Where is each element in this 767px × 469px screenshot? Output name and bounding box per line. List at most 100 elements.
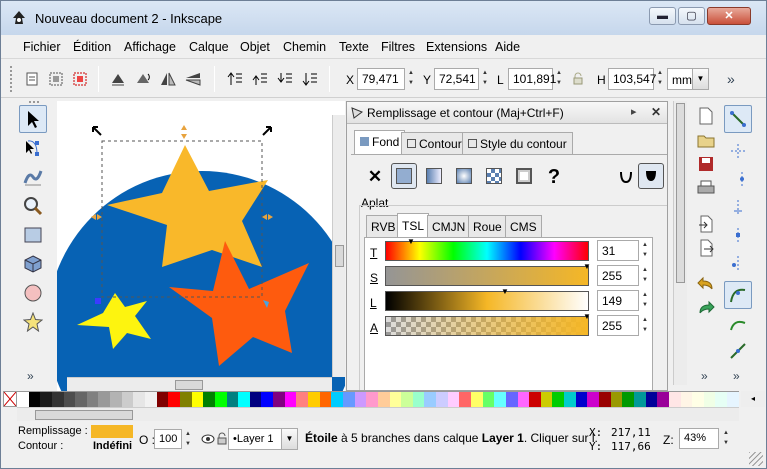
palette-swatch[interactable] [505, 392, 518, 408]
corner-handles[interactable] [92, 126, 272, 136]
saturation-slider[interactable] [385, 266, 589, 286]
palette-swatch[interactable] [168, 392, 180, 408]
opacity-input[interactable]: 100 [154, 429, 182, 449]
snap-intersections-icon[interactable] [724, 309, 752, 337]
lower-icon[interactable] [274, 68, 296, 90]
hue-spinner[interactable]: ▲ ▼ [640, 240, 650, 260]
palette-swatch[interactable] [63, 392, 76, 408]
linear-gradient-button[interactable] [421, 163, 447, 189]
rectangle-tool-icon[interactable] [19, 221, 47, 249]
zoom-spinner[interactable]: ▲ ▼ [721, 428, 731, 448]
rotate-cw-icon[interactable] [132, 68, 154, 90]
tab-tsl[interactable]: TSL [397, 213, 430, 237]
snap-toggle-icon[interactable] [724, 105, 752, 133]
node-tool-icon[interactable] [19, 134, 47, 162]
3d-box-tool-icon[interactable] [19, 250, 47, 278]
select-all-layers-icon[interactable] [45, 68, 67, 90]
fill-rule-nonzero-icon[interactable] [638, 163, 664, 189]
snap-overflow-button[interactable]: » [733, 369, 740, 383]
palette-swatch[interactable] [145, 392, 157, 408]
dialog-menu-icon[interactable]: ▸ [631, 105, 637, 118]
scroll-thumb[interactable] [175, 380, 203, 390]
menu-edition[interactable]: Édition [73, 40, 111, 54]
palette-swatch[interactable] [552, 392, 565, 408]
canvas-horizontal-scrollbar[interactable] [67, 377, 332, 391]
palette-swatch[interactable] [284, 392, 297, 408]
x-input[interactable]: 79,471 [357, 68, 405, 90]
width-spinner[interactable]: ▲ ▼ [554, 68, 564, 90]
palette-swatch[interactable] [482, 392, 495, 408]
y-input[interactable]: 72,541 [434, 68, 479, 90]
height-spinner[interactable]: ▲ ▼ [655, 68, 665, 90]
palette-swatch[interactable] [575, 392, 588, 408]
palette-swatch[interactable] [610, 392, 623, 408]
palette-swatch[interactable] [447, 392, 460, 408]
opacity-spinner[interactable]: ▲ ▼ [183, 429, 193, 449]
saturation-input[interactable]: 255 [597, 265, 639, 286]
palette-swatch[interactable] [98, 392, 111, 408]
ellipse-tool-icon[interactable] [19, 279, 47, 307]
palette-swatch[interactable] [727, 392, 739, 408]
drawing-canvas[interactable] [57, 101, 345, 391]
fill-rule-evenodd-icon[interactable] [613, 164, 639, 190]
lightness-spinner[interactable]: ▲ ▼ [640, 290, 650, 310]
menu-aide[interactable]: Aide [495, 40, 520, 54]
chevron-down-icon[interactable]: ▼ [692, 69, 708, 89]
tab-roue[interactable]: Roue [468, 215, 507, 237]
palette-swatch[interactable] [214, 392, 227, 408]
lightness-slider[interactable] [385, 291, 589, 311]
palette-swatch[interactable] [412, 392, 425, 408]
deselect-icon[interactable] [69, 68, 91, 90]
palette-swatch[interactable] [179, 392, 192, 408]
export-icon[interactable] [695, 237, 717, 259]
width-input[interactable]: 101,891 [508, 68, 556, 90]
palette-swatch[interactable] [226, 392, 239, 408]
dialog-scrollbar[interactable] [673, 101, 687, 385]
menu-fichier[interactable]: Fichier [23, 40, 61, 54]
import-icon[interactable] [695, 213, 717, 235]
palette-swatch[interactable] [308, 392, 320, 408]
selector-tool-icon[interactable] [19, 105, 47, 133]
palette-swatch[interactable] [494, 392, 506, 408]
palette-swatch[interactable] [436, 392, 448, 408]
palette-scrollbar[interactable] [17, 407, 739, 421]
saturation-spinner[interactable]: ▲ ▼ [640, 265, 650, 285]
minimize-button[interactable]: ▬ [649, 7, 676, 25]
menu-filtres[interactable]: Filtres [381, 40, 415, 54]
tab-rvb[interactable]: RVB [366, 215, 401, 237]
palette-swatch[interactable] [470, 392, 483, 408]
alpha-slider[interactable] [385, 316, 589, 336]
tab-cms[interactable]: CMS [505, 215, 542, 237]
palette-swatch[interactable] [366, 392, 378, 408]
flip-horizontal-icon[interactable] [157, 68, 179, 90]
menu-affichage[interactable]: Affichage [124, 40, 176, 54]
palette-swatch[interactable] [354, 392, 367, 408]
palette-swatch[interactable] [203, 392, 215, 408]
palette-swatch[interactable] [319, 392, 332, 408]
tab-cmjn[interactable]: CMJN [427, 215, 471, 237]
palette-swatch[interactable] [331, 392, 343, 408]
snap-bbox-edges-icon[interactable] [724, 165, 752, 193]
palette-swatch[interactable] [622, 392, 634, 408]
stroke-indicator-value[interactable]: Indéfini [93, 440, 132, 452]
menu-texte[interactable]: Texte [339, 40, 369, 54]
canvas-vertical-scrollbar[interactable] [332, 115, 345, 377]
palette-swatch[interactable] [633, 392, 646, 408]
lightness-slider-thumb[interactable]: ▼ [501, 287, 509, 296]
flip-vertical-icon[interactable] [182, 68, 204, 90]
print-icon[interactable] [695, 177, 717, 199]
palette-swatch[interactable] [238, 392, 250, 408]
swatch-button[interactable] [511, 163, 537, 189]
palette-swatch[interactable] [540, 392, 553, 408]
palette-swatch[interactable] [680, 392, 693, 408]
tab-contour[interactable]: Contour [401, 132, 468, 154]
raise-to-top-icon[interactable] [224, 68, 246, 90]
zoom-input[interactable]: 43% [679, 428, 719, 449]
palette-swatch[interactable] [342, 392, 355, 408]
save-icon[interactable] [695, 153, 717, 175]
palette-swatch[interactable] [599, 392, 611, 408]
palette-swatch[interactable] [389, 392, 402, 408]
star-tool-icon[interactable] [19, 308, 47, 336]
palette-swatch[interactable] [51, 392, 64, 408]
gradient-handle[interactable] [95, 298, 101, 304]
